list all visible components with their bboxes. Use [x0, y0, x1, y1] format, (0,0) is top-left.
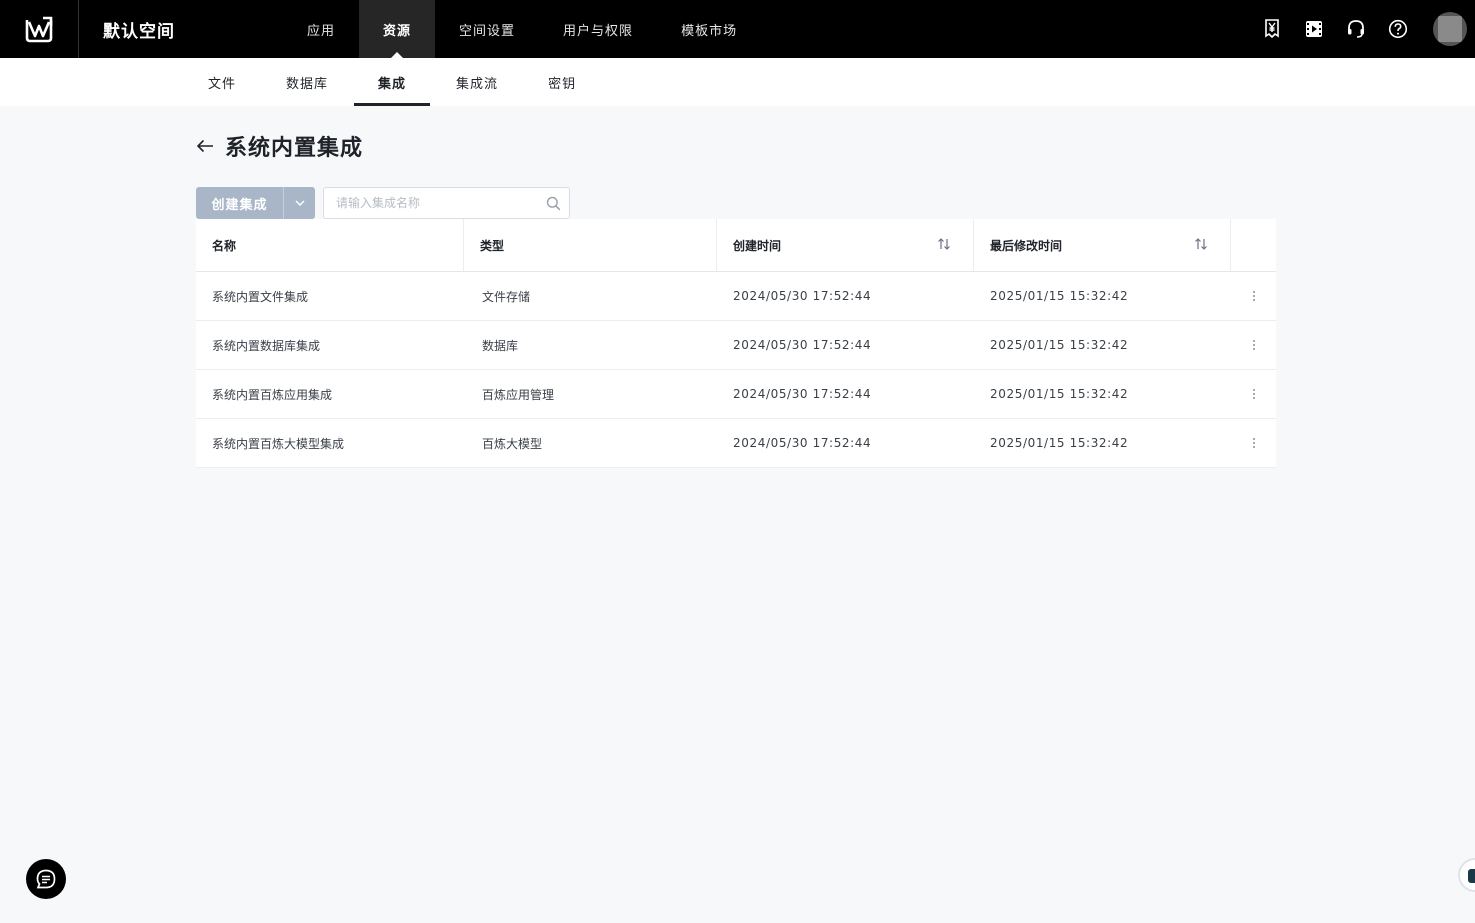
- cell-actions: [1231, 321, 1276, 369]
- app-logo[interactable]: [0, 0, 79, 58]
- cell-type: 百炼应用管理: [482, 387, 555, 402]
- table-row[interactable]: 系统内置数据库集成 数据库 2024/05/30 17:52:44 2025/0…: [196, 321, 1276, 370]
- cell-modified: 2025/01/15 15:32:42: [990, 436, 1129, 450]
- integrations-table: 名称 类型 创建时间 最后修改时间 系统内置文件集成 文件存储 2024/05/…: [196, 219, 1276, 468]
- more-options-icon[interactable]: [1248, 436, 1260, 450]
- cell-modified: 2025/01/15 15:32:42: [990, 387, 1129, 401]
- cell-created: 2024/05/30 17:52:44: [733, 289, 872, 303]
- cell-type: 百炼大模型: [482, 436, 543, 451]
- cell-modified: 2025/01/15 15:32:42: [990, 338, 1129, 352]
- resource-subnav: 文件 数据库 集成 集成流 密钥: [0, 58, 1475, 106]
- help-icon[interactable]: [1387, 18, 1409, 40]
- column-header-modified-label: 最后修改时间: [990, 238, 1063, 253]
- page-title: 系统内置集成: [225, 136, 364, 161]
- logo-icon: [25, 16, 53, 43]
- chevron-down-icon: [295, 200, 304, 206]
- space-title[interactable]: 默认空间: [79, 0, 279, 58]
- create-integration-button[interactable]: 创建集成: [196, 187, 283, 219]
- avatar-image: [1438, 16, 1462, 42]
- side-helper-button[interactable]: [1458, 858, 1475, 892]
- search-box: [323, 187, 570, 219]
- subnav-item-integration-flows[interactable]: 集成流: [444, 58, 510, 106]
- subnav-item-databases[interactable]: 数据库: [274, 58, 340, 106]
- cell-name: 系统内置百炼应用集成: [212, 387, 333, 402]
- cell-created: 2024/05/30 17:52:44: [733, 338, 872, 352]
- subnav-item-integrations[interactable]: 集成: [354, 58, 431, 106]
- cell-name: 系统内置数据库集成: [212, 338, 321, 353]
- nav-item-users-permissions[interactable]: 用户与权限: [539, 0, 657, 58]
- more-options-icon[interactable]: [1248, 387, 1260, 401]
- cell-actions: [1231, 272, 1276, 320]
- cell-type: 数据库: [482, 338, 519, 353]
- nav-item-apps[interactable]: 应用: [283, 0, 359, 58]
- column-header-created[interactable]: 创建时间: [717, 219, 974, 271]
- create-integration-dropdown[interactable]: [283, 187, 315, 219]
- subnav-item-secrets[interactable]: 密钥: [536, 58, 588, 106]
- cell-actions: [1231, 370, 1276, 418]
- user-avatar[interactable]: [1433, 12, 1467, 46]
- headset-icon[interactable]: [1345, 18, 1367, 40]
- table-row[interactable]: 系统内置百炼大模型集成 百炼大模型 2024/05/30 17:52:44 20…: [196, 419, 1276, 468]
- table-row[interactable]: 系统内置百炼应用集成 百炼应用管理 2024/05/30 17:52:44 20…: [196, 370, 1276, 419]
- more-options-icon[interactable]: [1248, 338, 1260, 352]
- cell-created: 2024/05/30 17:52:44: [733, 436, 872, 450]
- page-header: 系统内置集成: [196, 130, 363, 162]
- cell-name: 系统内置文件集成: [212, 289, 309, 304]
- cell-type: 文件存储: [482, 289, 531, 304]
- chat-assistant-button[interactable]: [26, 859, 66, 899]
- column-header-modified[interactable]: 最后修改时间: [974, 219, 1231, 271]
- billing-icon[interactable]: [1261, 18, 1283, 40]
- video-icon[interactable]: [1303, 18, 1325, 40]
- cell-name: 系统内置百炼大模型集成: [212, 436, 345, 451]
- column-header-type: 类型: [464, 219, 717, 271]
- cell-modified: 2025/01/15 15:32:42: [990, 289, 1129, 303]
- cell-actions: [1231, 419, 1276, 467]
- top-icon-group: [1251, 0, 1475, 58]
- more-options-icon[interactable]: [1248, 289, 1260, 303]
- chat-icon: [36, 869, 56, 889]
- top-navbar: 默认空间 应用 资源 空间设置 用户与权限 模板市场: [0, 0, 1475, 58]
- nav-item-template-market[interactable]: 模板市场: [657, 0, 761, 58]
- helper-icon: [1468, 869, 1475, 883]
- nav-item-resources[interactable]: 资源: [359, 0, 436, 58]
- subnav-item-files[interactable]: 文件: [196, 58, 248, 106]
- toolbar: 创建集成: [196, 187, 570, 219]
- column-header-actions: [1231, 219, 1276, 271]
- search-icon[interactable]: [546, 196, 561, 211]
- sort-icon[interactable]: [937, 237, 951, 251]
- cell-created: 2024/05/30 17:52:44: [733, 387, 872, 401]
- column-header-created-label: 创建时间: [733, 238, 782, 253]
- sort-icon[interactable]: [1194, 237, 1208, 251]
- main-nav: 应用 资源 空间设置 用户与权限 模板市场: [279, 0, 761, 58]
- back-arrow-icon[interactable]: [196, 137, 214, 155]
- search-input[interactable]: [336, 196, 546, 210]
- table-header: 名称 类型 创建时间 最后修改时间: [196, 219, 1276, 272]
- table-row[interactable]: 系统内置文件集成 文件存储 2024/05/30 17:52:44 2025/0…: [196, 272, 1276, 321]
- column-header-name: 名称: [196, 219, 464, 271]
- nav-item-space-settings[interactable]: 空间设置: [435, 0, 539, 58]
